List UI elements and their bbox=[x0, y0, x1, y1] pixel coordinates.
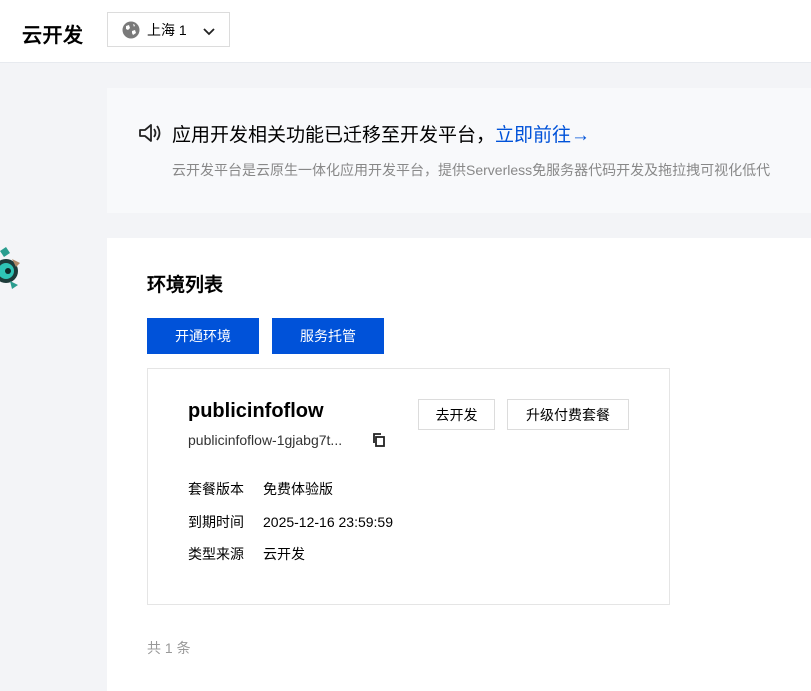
info-key: 类型来源 bbox=[188, 546, 244, 562]
service-hosting-button[interactable]: 服务托管 bbox=[272, 318, 384, 354]
env-list-title: 环境列表 bbox=[147, 275, 224, 296]
copy-icon[interactable] bbox=[372, 433, 386, 447]
info-value: 2025-12-16 23:59:59 bbox=[263, 514, 393, 530]
info-key: 到期时间 bbox=[188, 514, 244, 530]
open-env-button[interactable]: 开通环境 bbox=[147, 318, 259, 354]
info-row-source: 类型来源 云开发 bbox=[188, 544, 305, 564]
region-label: 上海 1 bbox=[147, 21, 187, 38]
go-now-link[interactable]: 立即前往→ bbox=[495, 125, 590, 146]
total-count: 共 1 条 bbox=[147, 640, 191, 656]
upgrade-plan-button[interactable]: 升级付费套餐 bbox=[507, 399, 629, 430]
mascot-icon bbox=[0, 241, 22, 291]
info-row-plan: 套餐版本 免费体验版 bbox=[188, 479, 333, 499]
speaker-icon bbox=[138, 123, 162, 143]
chevron-down-icon bbox=[203, 24, 215, 36]
info-value: 云开发 bbox=[263, 546, 305, 562]
app-title: 云开发 bbox=[22, 25, 84, 47]
left-sidebar bbox=[0, 63, 107, 691]
region-selector[interactable]: 上海 1 bbox=[107, 12, 230, 47]
top-bar: 云开发 上海 1 bbox=[0, 0, 811, 63]
migration-notice: 应用开发相关功能已迁移至开发平台，立即前往→ 云开发平台是云原生一体化应用开发平… bbox=[107, 88, 811, 213]
env-card: publicinfoflow publicinfoflow-1gjabg7t..… bbox=[147, 368, 670, 605]
env-list-panel: 环境列表 开通环境 服务托管 publicinfoflow publicinfo… bbox=[107, 238, 811, 691]
globe-icon bbox=[122, 21, 140, 39]
notice-headline: 应用开发相关功能已迁移至开发平台，立即前往→ bbox=[172, 120, 590, 147]
notice-headline-text: 应用开发相关功能已迁移至开发平台， bbox=[172, 125, 496, 146]
env-name: publicinfoflow bbox=[188, 400, 324, 422]
env-id: publicinfoflow-1gjabg7t... bbox=[188, 432, 343, 448]
go-dev-button[interactable]: 去开发 bbox=[418, 399, 495, 430]
info-row-expiry: 到期时间 2025-12-16 23:59:59 bbox=[188, 512, 393, 532]
info-value: 免费体验版 bbox=[263, 481, 333, 497]
info-key: 套餐版本 bbox=[188, 481, 244, 497]
notice-description: 云开发平台是云原生一体化应用开发平台，提供Serverless免服务器代码开发及… bbox=[172, 162, 771, 178]
